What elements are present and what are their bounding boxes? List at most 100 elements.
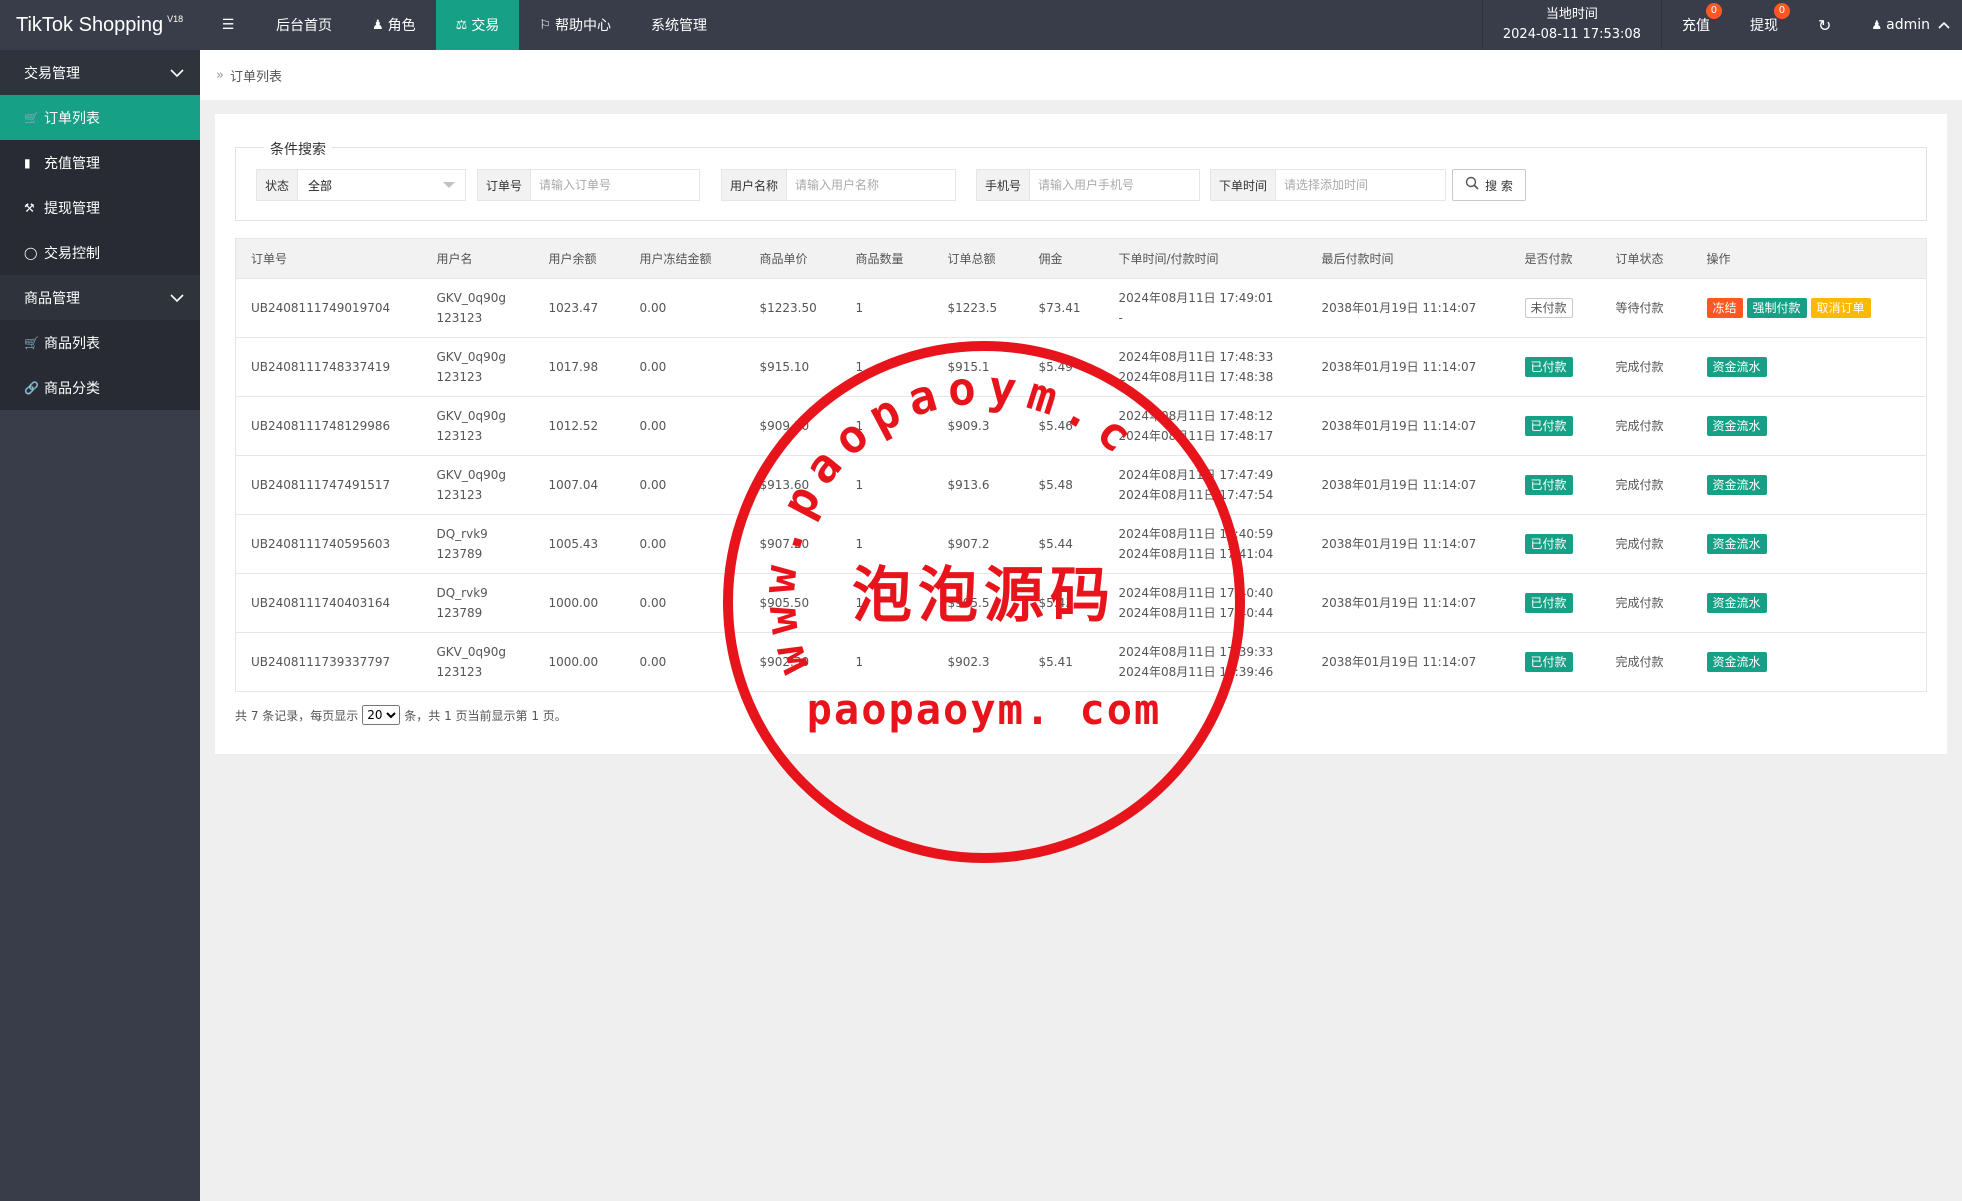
qty-value: 1 — [855, 419, 864, 433]
sidebar-item-label: 商品列表 — [44, 335, 100, 352]
menu-toggle-button[interactable]: ☰ — [200, 0, 256, 50]
cell-qty: 1 — [840, 396, 933, 456]
cell-order: UB2408111739337797 — [235, 632, 422, 692]
cell-total: $915.1 — [932, 337, 1024, 397]
cell-qty: 1 — [840, 278, 933, 338]
username-filter-label: 用户名称 — [722, 170, 788, 200]
cell-last-pay: 2038年01月19日 11:14:07 — [1306, 396, 1510, 456]
cart-icon: 🛒 — [24, 335, 39, 350]
cell-user: GKV_0q90g 123123 — [421, 455, 534, 515]
cell-actions: 资金流水 — [1691, 632, 1927, 692]
commission-value: $5.49 — [1038, 360, 1073, 374]
fund-flow-button[interactable]: 资金流水 — [1706, 357, 1767, 377]
pay-time: 2024年08月11日 17:48:17 — [1118, 429, 1274, 443]
user-name: admin — [1886, 17, 1930, 33]
col-price: 商品单价 — [744, 238, 841, 279]
fund-flow-button[interactable]: 资金流水 — [1706, 475, 1767, 495]
table-header-row: 订单号 用户名 用户余额 用户冻结金额 商品单价 商品数量 订单总额 佣金 下单… — [235, 238, 1927, 279]
sidebar-item-product-list[interactable]: 🛒 商品列表 — [0, 320, 200, 365]
nav-role[interactable]: ♟ 角色 — [352, 0, 436, 50]
sidebar-group-product[interactable]: 商品管理 — [0, 275, 200, 320]
app-name: TikTok Shopping — [16, 13, 164, 36]
cell-time: 2024年08月11日 17:47:49 2024年08月11日 17:47:54 — [1103, 455, 1307, 515]
recharge-badge: 0 — [1705, 3, 1722, 19]
last-pay-time: 2038年01月19日 11:14:07 — [1321, 301, 1477, 315]
col-user: 用户名 — [421, 238, 534, 279]
pagination: 共 7 条记录，每页显示 20 条，共 1 页当前显示第 1 页。 — [235, 705, 567, 725]
sidebar-item-withdraw[interactable]: ⚒ 提现管理 — [0, 185, 200, 230]
nav-home[interactable]: 后台首页 — [256, 0, 352, 50]
balance-value: 1012.52 — [548, 419, 599, 433]
search-button-label: 搜 索 — [1485, 178, 1513, 193]
cell-last-pay: 2038年01月19日 11:14:07 — [1306, 573, 1510, 633]
phone-input[interactable] — [1030, 170, 1199, 200]
order-time: 2024年08月11日 17:48:33 — [1118, 350, 1274, 364]
search-button[interactable]: 搜 索 — [1452, 169, 1526, 201]
fund-flow-button[interactable]: 资金流水 — [1706, 534, 1767, 554]
order-number-input[interactable] — [531, 170, 699, 200]
sidebar-group-label: 交易管理 — [24, 65, 80, 82]
cell-time: 2024年08月11日 17:40:40 2024年08月11日 17:40:44 — [1103, 573, 1307, 633]
commission-value: $73.41 — [1038, 301, 1081, 315]
sidebar-item-recharge[interactable]: ▮ 充值管理 — [0, 140, 200, 185]
col-balance: 用户余额 — [533, 238, 625, 279]
qty-value: 1 — [855, 655, 864, 669]
price-value: $1223.50 — [759, 301, 817, 315]
fund-flow-button[interactable]: 资金流水 — [1706, 593, 1767, 613]
user-menu[interactable]: ♟ admin — [1851, 0, 1962, 50]
cell-last-pay: 2038年01月19日 11:14:07 — [1306, 455, 1510, 515]
sidebar-item-product-category[interactable]: 🔗 商品分类 — [0, 365, 200, 410]
order-status: 完成付款 — [1615, 537, 1664, 551]
cell-balance: 1023.47 — [533, 278, 625, 338]
nav-help[interactable]: ⚐ 帮助中心 — [519, 0, 631, 50]
order-status: 完成付款 — [1615, 596, 1664, 610]
cell-paid: 已付款 — [1509, 632, 1601, 692]
cell-actions: 资金流水 — [1691, 396, 1927, 456]
frozen-value: 0.00 — [639, 537, 667, 551]
app-logo[interactable]: TikTok Shopping V18 — [0, 0, 200, 50]
sidebar-item-trade-control[interactable]: ◯ 交易控制 — [0, 230, 200, 275]
fund-flow-button[interactable]: 资金流水 — [1706, 416, 1767, 436]
breadcrumb-current[interactable]: 订单列表 — [230, 66, 282, 85]
force-pay-button[interactable]: 强制付款 — [1746, 298, 1807, 318]
withdraw-notice-button[interactable]: 提现 0 — [1730, 0, 1798, 50]
search-fieldset: 条件搜索 状态 全部 订单号 用户名称 手机号 下单时间 — [235, 139, 1927, 221]
cell-paid: 已付款 — [1509, 337, 1601, 397]
sidebar-item-label: 充值管理 — [44, 155, 100, 172]
sidebar-item-label: 提现管理 — [44, 200, 100, 217]
nav-system[interactable]: 系统管理 — [631, 0, 727, 50]
frozen-value: 0.00 — [639, 478, 667, 492]
sidebar-item-order-list[interactable]: 🛒 订单列表 — [0, 95, 200, 140]
cell-paid: 已付款 — [1509, 573, 1601, 633]
cell-paid: 已付款 — [1509, 396, 1601, 456]
cell-qty: 1 — [840, 632, 933, 692]
recharge-notice-button[interactable]: 充值 0 — [1662, 0, 1730, 50]
col-qty: 商品数量 — [840, 238, 933, 279]
user-phone: 123123 — [436, 311, 483, 325]
nav-trade[interactable]: ⚖ 交易 — [435, 0, 520, 50]
username-input[interactable] — [787, 170, 955, 200]
freeze-button[interactable]: 冻结 — [1706, 298, 1743, 318]
local-time: 当地时间 2024-08-11 17:53:08 — [1481, 0, 1662, 50]
price-value: $905.50 — [759, 596, 810, 610]
username: GKV_0q90g — [436, 409, 507, 423]
fund-flow-button[interactable]: 资金流水 — [1706, 652, 1767, 672]
user-phone: 123123 — [436, 488, 483, 502]
local-time-label: 当地时间 — [1545, 7, 1598, 22]
price-value: $902.30 — [759, 655, 810, 669]
comment-icon: ▮ — [24, 155, 31, 170]
total-value: $902.3 — [947, 655, 990, 669]
frozen-value: 0.00 — [639, 596, 667, 610]
sidebar-group-trade[interactable]: 交易管理 — [0, 50, 200, 95]
status-filter: 状态 全部 — [256, 169, 466, 201]
date-range-input[interactable] — [1276, 170, 1445, 200]
status-select[interactable]: 全部 — [298, 170, 465, 200]
order-number: UB2408111749019704 — [251, 301, 391, 315]
refresh-button[interactable]: ↻ — [1798, 0, 1851, 50]
cancel-order-button[interactable]: 取消订单 — [1810, 298, 1871, 318]
nav-role-label: 角色 — [387, 18, 416, 34]
cell-paid: 已付款 — [1509, 455, 1601, 515]
pay-time: 2024年08月11日 17:47:54 — [1118, 488, 1274, 502]
cell-balance: 1012.52 — [533, 396, 625, 456]
page-size-select[interactable]: 20 — [362, 705, 401, 725]
